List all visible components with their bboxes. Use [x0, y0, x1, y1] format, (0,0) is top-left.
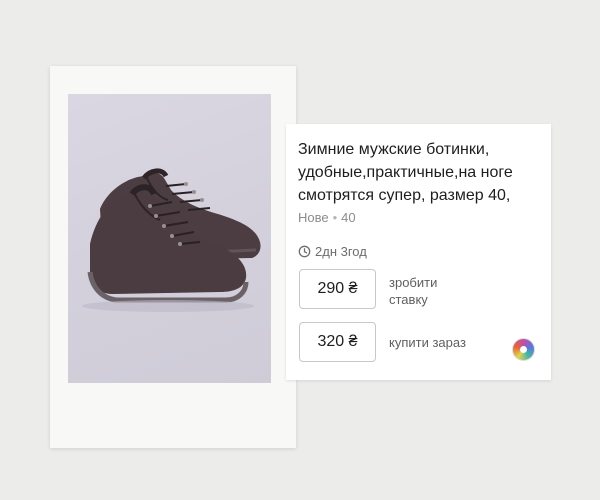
- condition-label: Нове: [298, 210, 329, 225]
- product-photo[interactable]: [68, 94, 271, 383]
- product-photo-frame: [50, 66, 296, 448]
- make-bid-link[interactable]: зробити ставку: [389, 274, 469, 308]
- time-left-text: 2дн 3год: [315, 244, 367, 259]
- bid-price-button[interactable]: 290 ₴: [299, 269, 376, 309]
- size-label: 40: [341, 210, 356, 225]
- clock-icon: [298, 245, 311, 258]
- listing-meta: Нове • 40: [298, 210, 356, 225]
- make-bid-label: зробити ставку: [389, 275, 438, 307]
- seller-avatar[interactable]: [512, 338, 535, 361]
- time-left: 2дн 3год: [298, 244, 367, 259]
- separator-dot: •: [332, 210, 338, 225]
- listing-card[interactable]: Зимние мужские ботинки, удобные,практичн…: [286, 124, 551, 380]
- listing-title[interactable]: Зимние мужские ботинки, удобные,практичн…: [298, 138, 548, 207]
- buy-price-button[interactable]: 320 ₴: [299, 322, 376, 362]
- buy-now-link[interactable]: купити зараз: [389, 334, 466, 351]
- boots-image: [82, 168, 261, 312]
